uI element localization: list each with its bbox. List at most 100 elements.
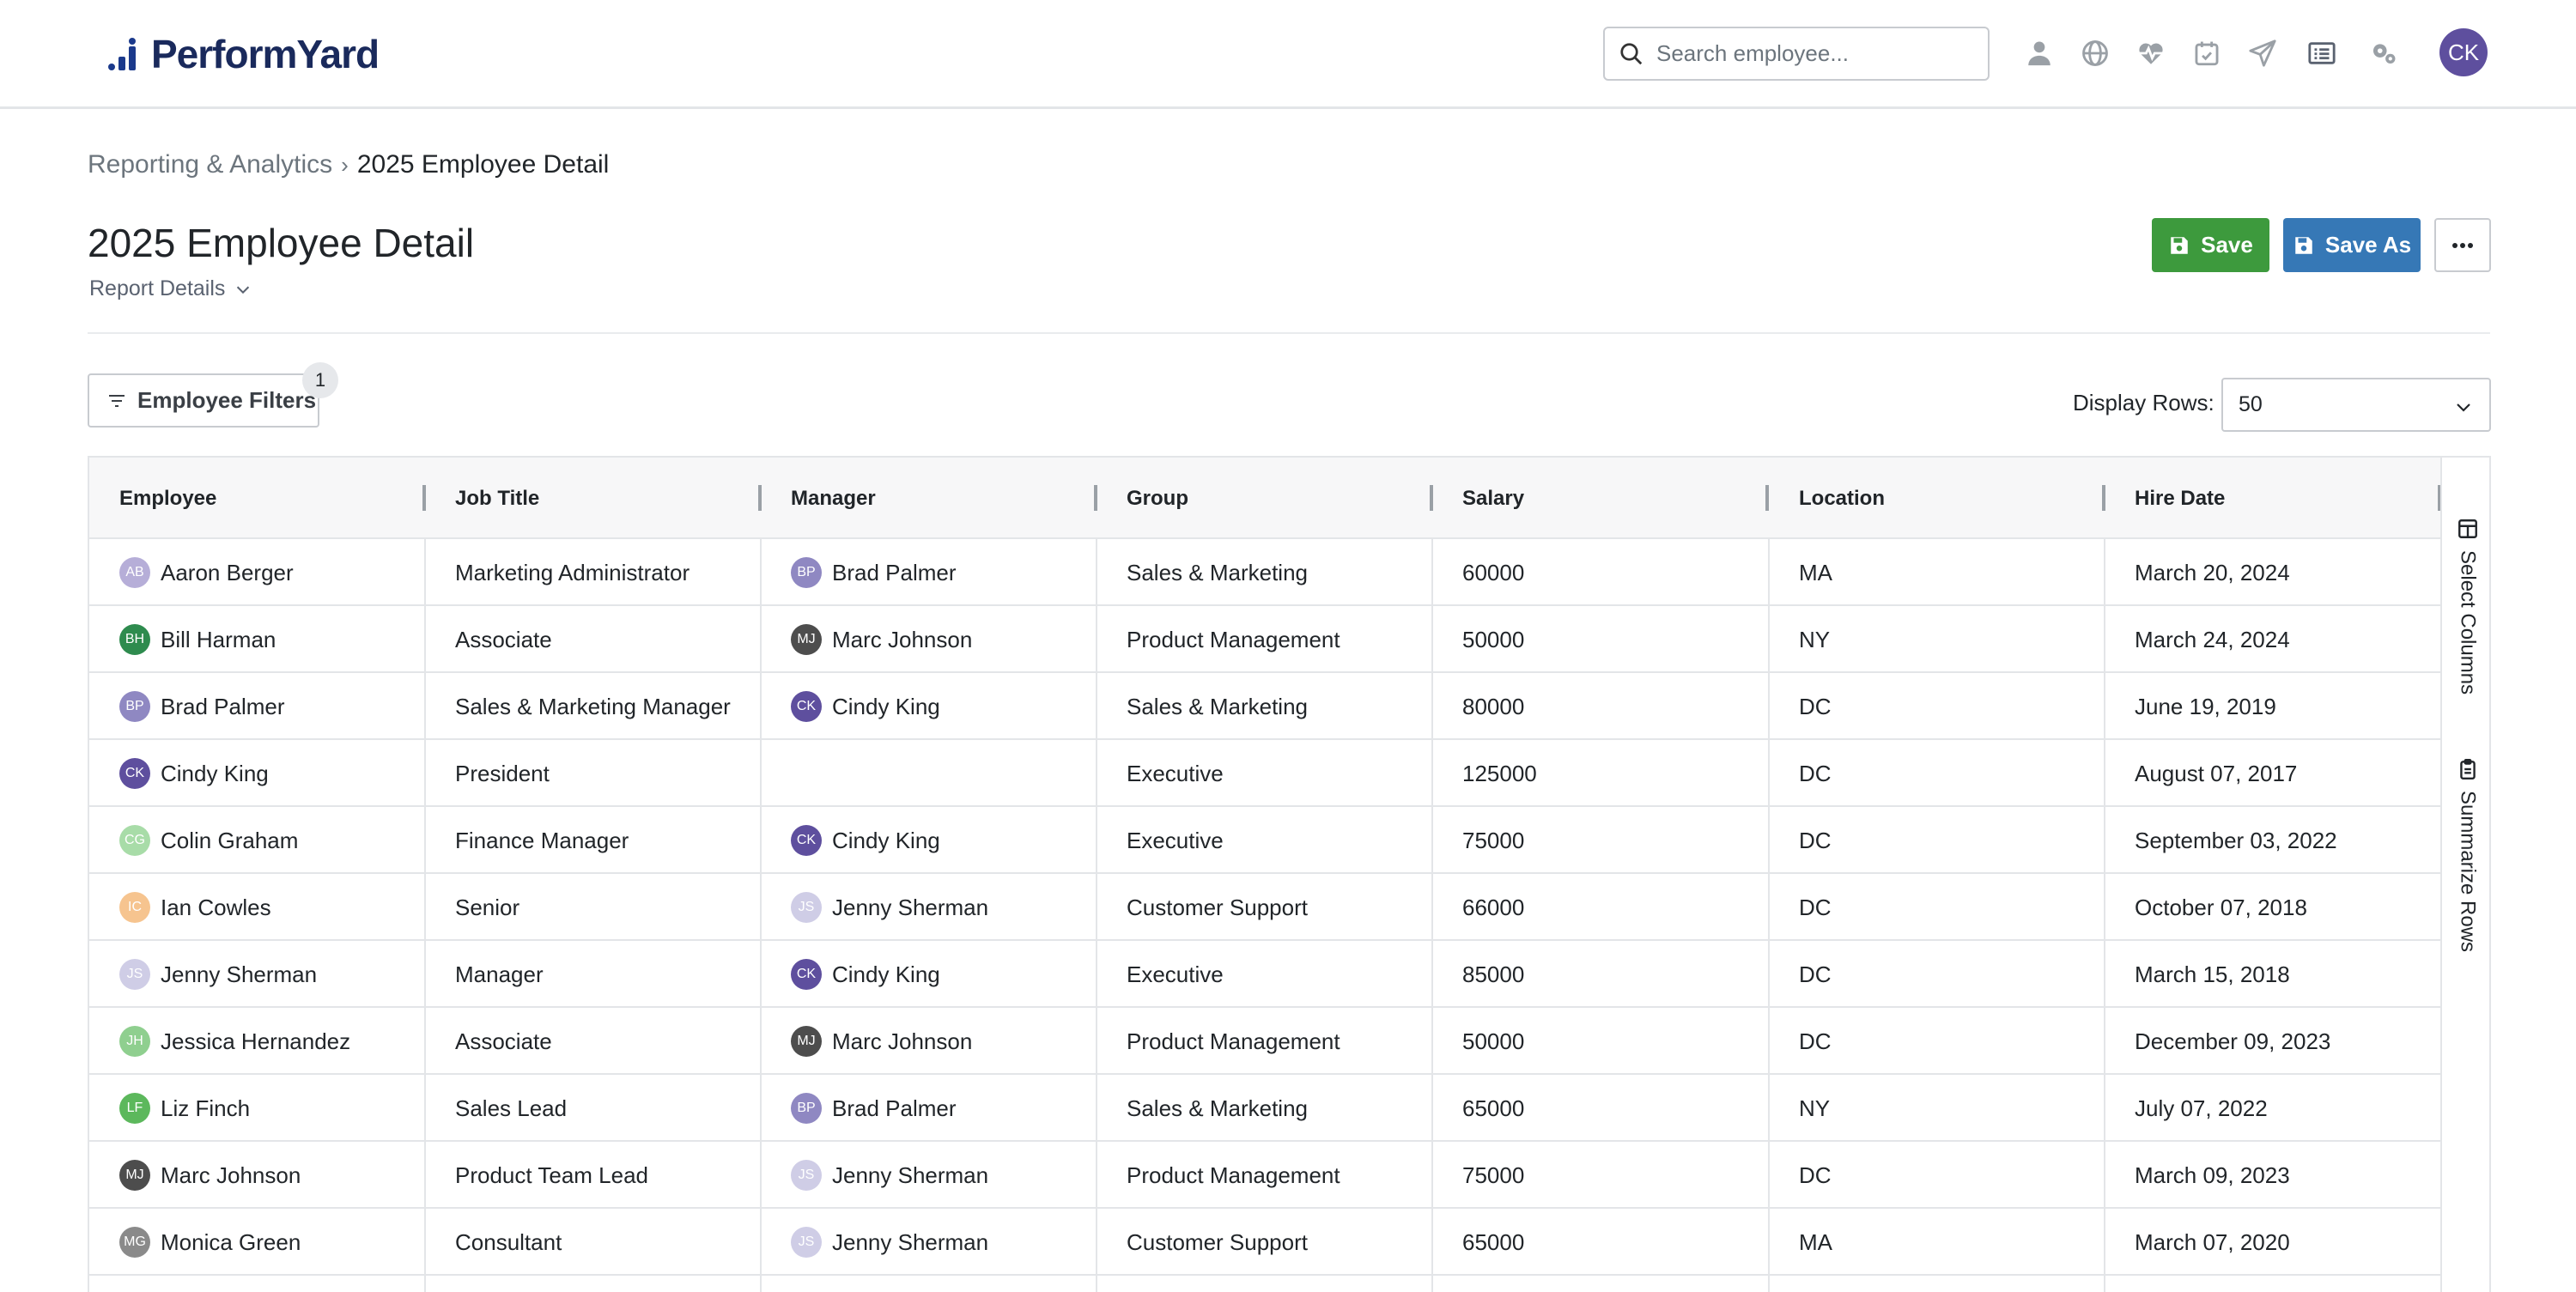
table-row[interactable]: MJ Marc Johnson Product Team Lead JS Jenny S… bbox=[89, 1142, 2440, 1209]
cell-manager: JS Jenny Sherman bbox=[761, 874, 1097, 941]
table-row[interactable]: JS Jenny Sherman Manager CK Cindy King Execut… bbox=[89, 941, 2440, 1008]
employee-value[interactable]: Colin Graham bbox=[161, 828, 298, 854]
save-as-button[interactable]: Save As bbox=[2283, 218, 2421, 272]
job-title-value: Senior bbox=[455, 894, 520, 920]
select-columns-tab[interactable]: Select Columns bbox=[2442, 518, 2493, 695]
avatar: CG bbox=[119, 825, 150, 856]
cell-salary: 60000 bbox=[1432, 539, 1768, 606]
table-row[interactable]: BP Brad Palmer Sales & Marketing Manager CK… bbox=[89, 673, 2440, 740]
employee-value[interactable]: Brad Palmer bbox=[161, 694, 285, 720]
manager-value[interactable]: Cindy King bbox=[832, 828, 940, 854]
search-box[interactable] bbox=[1603, 27, 1990, 81]
heartbeat-icon[interactable] bbox=[2134, 36, 2168, 70]
employee-value[interactable]: Jessica Hernandez bbox=[161, 1028, 350, 1055]
cell-hire-date: March 24, 2024 bbox=[2105, 606, 2440, 673]
table-row[interactable]: AB Aaron Berger Marketing Administrator BP B… bbox=[89, 539, 2440, 606]
cell-salary: 65000 bbox=[1432, 1075, 1768, 1142]
cell-hire-date: September 03, 2022 bbox=[2105, 807, 2440, 874]
group-value: Executive bbox=[1127, 760, 1224, 786]
hire-date-value: March 07, 2020 bbox=[2135, 1228, 2290, 1255]
more-options-button[interactable] bbox=[2434, 218, 2491, 272]
table-row[interactable]: CG Colin Graham Finance Manager CK Cindy Kin… bbox=[89, 807, 2440, 874]
column-header-job-title[interactable]: Job Title bbox=[425, 458, 761, 539]
hire-date-value: October 07, 2018 bbox=[2135, 894, 2307, 920]
cell-job-title: Finance Manager bbox=[425, 807, 761, 874]
cell-employee: CK Cindy King bbox=[89, 740, 425, 807]
summarize-rows-tab[interactable]: Summarize Rows bbox=[2442, 758, 2493, 952]
manager-value[interactable]: Cindy King bbox=[832, 961, 940, 988]
table-row[interactable]: JH Jessica Hernandez Associate MJ Marc Johns… bbox=[89, 1008, 2440, 1075]
display-rows-select[interactable]: 50 bbox=[2221, 378, 2491, 432]
avatar: CK bbox=[119, 758, 150, 789]
cell-salary: 80000 bbox=[1432, 673, 1768, 740]
table-row[interactable]: MG Monica Green Consultant JS Jenny Sherman C… bbox=[89, 1209, 2440, 1276]
table-row[interactable]: IC Ian Cowles Senior JS Jenny Sherman Custome… bbox=[89, 874, 2440, 941]
salary-value: 75000 bbox=[1462, 1162, 1525, 1188]
column-header-hire-date[interactable]: Hire Date bbox=[2105, 458, 2440, 539]
logo-bars-icon bbox=[106, 38, 144, 76]
employee-value[interactable]: Liz Finch bbox=[161, 1095, 250, 1122]
employee-value[interactable]: Bill Harman bbox=[161, 627, 276, 653]
manager-value[interactable]: Cindy King bbox=[832, 694, 940, 720]
employee-filters-button[interactable]: Employee Filters bbox=[88, 373, 319, 428]
employee-value[interactable]: Aaron Berger bbox=[161, 560, 294, 586]
employee-value[interactable]: Jenny Sherman bbox=[161, 961, 317, 988]
avatar: JS bbox=[791, 1227, 822, 1258]
list-icon[interactable] bbox=[2305, 36, 2339, 70]
cell-group: Product Management bbox=[1097, 606, 1432, 673]
employee-value[interactable]: Ian Cowles bbox=[161, 895, 271, 921]
cell-manager: JS Jenny Sherman bbox=[761, 1142, 1097, 1209]
cell-hire-date: March 09, 2023 bbox=[2105, 1142, 2440, 1209]
cell-hire-date: March 07, 2020 bbox=[2105, 1209, 2440, 1276]
employee-value[interactable]: Monica Green bbox=[161, 1229, 301, 1256]
cell-manager: MJ Marc Johnson bbox=[761, 1008, 1097, 1075]
user-avatar[interactable]: CK bbox=[2439, 28, 2488, 76]
table-row[interactable]: CK Cindy King President Executive 125000 DC Au… bbox=[89, 740, 2440, 807]
cell-job-title: Product Team Lead bbox=[425, 1142, 761, 1209]
cell-group: Executive bbox=[1097, 807, 1432, 874]
table-row[interactable]: BH Bill Harman Associate MJ Marc Johnson Prod… bbox=[89, 606, 2440, 673]
manager-value[interactable]: Brad Palmer bbox=[832, 1095, 957, 1122]
column-header-group[interactable]: Group bbox=[1097, 458, 1432, 539]
manager-value[interactable]: Brad Palmer bbox=[832, 560, 957, 586]
manager-value[interactable]: Marc Johnson bbox=[832, 627, 972, 653]
report-details-toggle[interactable]: Report Details bbox=[89, 276, 252, 301]
save-button[interactable]: Save bbox=[2152, 218, 2269, 272]
employee-value[interactable]: Cindy King bbox=[161, 761, 269, 787]
manager-value[interactable]: Marc Johnson bbox=[832, 1028, 972, 1055]
location-value: MA bbox=[1799, 1228, 1832, 1255]
cell-employee: IC Ian Cowles bbox=[89, 874, 425, 941]
cell-salary: 75000 bbox=[1432, 807, 1768, 874]
column-header-salary[interactable]: Salary bbox=[1432, 458, 1768, 539]
column-header-employee[interactable]: Employee bbox=[89, 458, 425, 539]
location-value: DC bbox=[1799, 760, 1832, 786]
employee-value[interactable]: Marc Johnson bbox=[161, 1162, 301, 1189]
cell-job-title: Associate bbox=[425, 606, 761, 673]
column-header-manager[interactable]: Manager bbox=[761, 458, 1097, 539]
calendar-check-icon[interactable] bbox=[2190, 36, 2224, 70]
cell-employee: CG Colin Graham bbox=[89, 807, 425, 874]
cell-job-title: Manager bbox=[425, 941, 761, 1008]
salary-value: 80000 bbox=[1462, 693, 1525, 719]
search-icon bbox=[1620, 42, 1643, 64]
group-value: Customer Support bbox=[1127, 1228, 1308, 1255]
performyard-logo[interactable]: PerformYard bbox=[106, 33, 380, 76]
cell-manager: BP Brad Palmer bbox=[761, 539, 1097, 606]
column-header-location[interactable]: Location bbox=[1769, 458, 2105, 539]
hire-date-value: December 09, 2023 bbox=[2135, 1028, 2331, 1054]
search-input[interactable] bbox=[1656, 40, 1983, 67]
globe-icon[interactable] bbox=[2078, 36, 2112, 70]
cell-hire-date: August 07, 2017 bbox=[2105, 740, 2440, 807]
manager-value[interactable]: Jenny Sherman bbox=[832, 1162, 988, 1189]
location-value: DC bbox=[1799, 961, 1832, 987]
group-value: Sales & Marketing bbox=[1127, 693, 1308, 719]
page-title: 2025 Employee Detail bbox=[88, 221, 475, 265]
report-table: Employee Job Title Manager Group Salary Locat… bbox=[88, 456, 2440, 1292]
gears-icon[interactable] bbox=[2366, 36, 2401, 70]
manager-value[interactable]: Jenny Sherman bbox=[832, 1229, 988, 1256]
breadcrumb-reporting-link[interactable]: Reporting & Analytics bbox=[88, 150, 332, 179]
paper-plane-icon[interactable] bbox=[2245, 36, 2280, 70]
manager-value[interactable]: Jenny Sherman bbox=[832, 895, 988, 921]
table-row[interactable]: LF Liz Finch Sales Lead BP Brad Palmer Sales … bbox=[89, 1075, 2440, 1142]
person-icon[interactable] bbox=[2022, 36, 2057, 70]
